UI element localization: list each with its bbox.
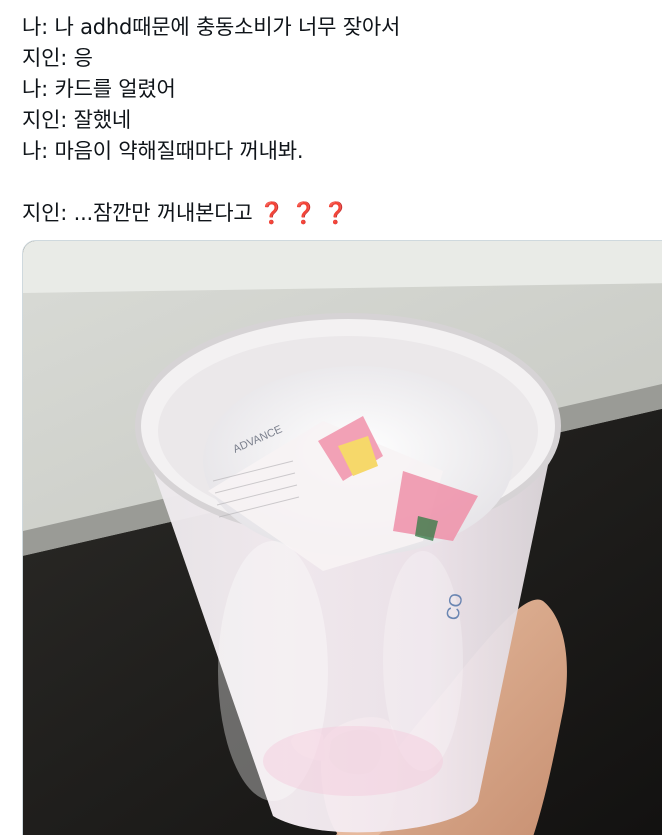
tweet-line: 나: 마음이 약해질때마다 꺼내봐. — [22, 139, 304, 163]
tweet-line: 지인: 응 — [22, 46, 93, 70]
tweet-line-last: 지인: ...잠깐만 꺼내본다고 ❓❓❓ — [22, 198, 652, 229]
tweet-last-text: 지인: ...잠깐만 꺼내본다고 — [22, 201, 253, 225]
question-mark-emoji: ❓❓❓ — [258, 201, 355, 225]
tweet-line: 나: 카드를 얼렸어 — [22, 77, 176, 101]
tweet-line: 나: 나 adhd때문에 충동소비가 너무 잦아서 — [22, 15, 401, 39]
tweet-photo[interactable]: ADVANCE CO — [22, 240, 662, 835]
tweet-text: 나: 나 adhd때문에 충동소비가 너무 잦아서 지인: 응 나: 카드를 얼… — [22, 12, 652, 229]
line-break — [22, 167, 652, 198]
photo-frozen-card-cup: ADVANCE CO — [23, 241, 662, 835]
tweet-line: 지인: 잘했네 — [22, 108, 131, 132]
